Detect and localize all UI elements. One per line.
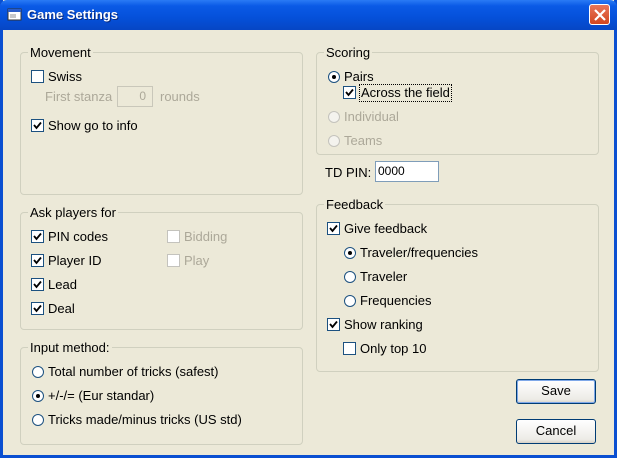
pairs-label: Pairs xyxy=(344,69,374,84)
teams-label: Teams xyxy=(344,133,383,148)
feedback-legend: Feedback xyxy=(324,197,386,212)
lead-label: Lead xyxy=(48,277,77,292)
swiss-label: Swiss xyxy=(48,69,82,84)
show-ranking-checkbox[interactable] xyxy=(327,318,340,331)
movement-legend: Movement xyxy=(28,45,93,60)
checkmark-icon xyxy=(33,280,42,289)
bidding-checkbox[interactable] xyxy=(167,230,180,243)
pin-codes-label: PIN codes xyxy=(48,229,108,244)
play-label: Play xyxy=(184,253,210,268)
save-button[interactable]: Save xyxy=(516,379,596,404)
input-method-group: Input method: Total number of tricks (sa… xyxy=(20,340,303,445)
deal-checkbox[interactable] xyxy=(31,302,44,315)
td-pin-label: TD PIN: xyxy=(325,165,372,180)
rounds-label: rounds xyxy=(160,89,200,104)
give-feedback-label: Give feedback xyxy=(344,221,428,236)
play-checkbox[interactable] xyxy=(167,254,180,267)
swiss-checkbox[interactable] xyxy=(31,70,44,83)
frequencies-radio[interactable] xyxy=(344,295,356,307)
individual-radio[interactable] xyxy=(328,111,340,123)
total-tricks-label: Total number of tricks (safest) xyxy=(48,364,219,379)
checkmark-icon xyxy=(33,232,42,241)
input-method-legend: Input method: xyxy=(28,340,112,355)
player-id-checkbox[interactable] xyxy=(31,254,44,267)
deal-label: Deal xyxy=(48,301,75,316)
plus-minus-label: +/-/= (Eur standar) xyxy=(48,388,155,403)
ask-players-legend: Ask players for xyxy=(28,205,118,220)
give-feedback-checkbox[interactable] xyxy=(327,222,340,235)
scoring-group: Scoring Pairs Across the field Individua… xyxy=(316,45,599,155)
window-title: Game Settings xyxy=(27,7,119,22)
traveler-frequencies-label: Traveler/frequencies xyxy=(360,245,479,260)
total-tricks-radio[interactable] xyxy=(32,366,44,378)
across-the-field-checkbox[interactable] xyxy=(343,86,356,99)
frequencies-label: Frequencies xyxy=(360,293,432,308)
movement-group: Movement Swiss First stanza 0 rounds Sho… xyxy=(20,45,303,195)
first-stanza-input[interactable]: 0 xyxy=(117,86,153,107)
close-button[interactable] xyxy=(589,4,610,25)
pin-codes-checkbox[interactable] xyxy=(31,230,44,243)
cancel-button[interactable]: Cancel xyxy=(516,419,596,444)
checkmark-icon xyxy=(345,88,354,97)
checkmark-icon xyxy=(329,224,338,233)
show-go-to-info-checkbox[interactable] xyxy=(31,119,44,132)
first-stanza-label: First stanza xyxy=(45,89,113,104)
lead-checkbox[interactable] xyxy=(31,278,44,291)
pairs-radio[interactable] xyxy=(328,71,340,83)
traveler-radio[interactable] xyxy=(344,271,356,283)
traveler-label: Traveler xyxy=(360,269,408,284)
teams-radio[interactable] xyxy=(328,135,340,147)
title-bar[interactable]: Game Settings xyxy=(0,0,617,30)
plus-minus-radio[interactable] xyxy=(32,390,44,402)
td-pin-input[interactable]: 0000 xyxy=(375,161,439,182)
close-icon xyxy=(594,9,606,21)
across-the-field-label: Across the field xyxy=(359,84,452,102)
game-settings-window: Game Settings Movement Swiss First stanz… xyxy=(0,0,617,458)
checkmark-icon xyxy=(33,256,42,265)
traveler-frequencies-radio[interactable] xyxy=(344,247,356,259)
only-top-10-label: Only top 10 xyxy=(360,341,427,356)
checkmark-icon xyxy=(33,121,42,130)
individual-label: Individual xyxy=(344,109,399,124)
ask-players-group: Ask players for PIN codes Player ID Lead… xyxy=(20,205,303,330)
checkmark-icon xyxy=(329,320,338,329)
bidding-label: Bidding xyxy=(184,229,228,244)
show-go-to-info-label: Show go to info xyxy=(48,118,138,133)
only-top-10-checkbox[interactable] xyxy=(343,342,356,355)
app-icon xyxy=(7,7,23,23)
feedback-group: Feedback Give feedback Traveler/frequenc… xyxy=(316,197,599,372)
checkmark-icon xyxy=(33,304,42,313)
show-ranking-label: Show ranking xyxy=(344,317,423,332)
tricks-made-radio[interactable] xyxy=(32,414,44,426)
player-id-label: Player ID xyxy=(48,253,102,268)
scoring-legend: Scoring xyxy=(324,45,373,60)
tricks-made-label: Tricks made/minus tricks (US std) xyxy=(48,412,242,427)
